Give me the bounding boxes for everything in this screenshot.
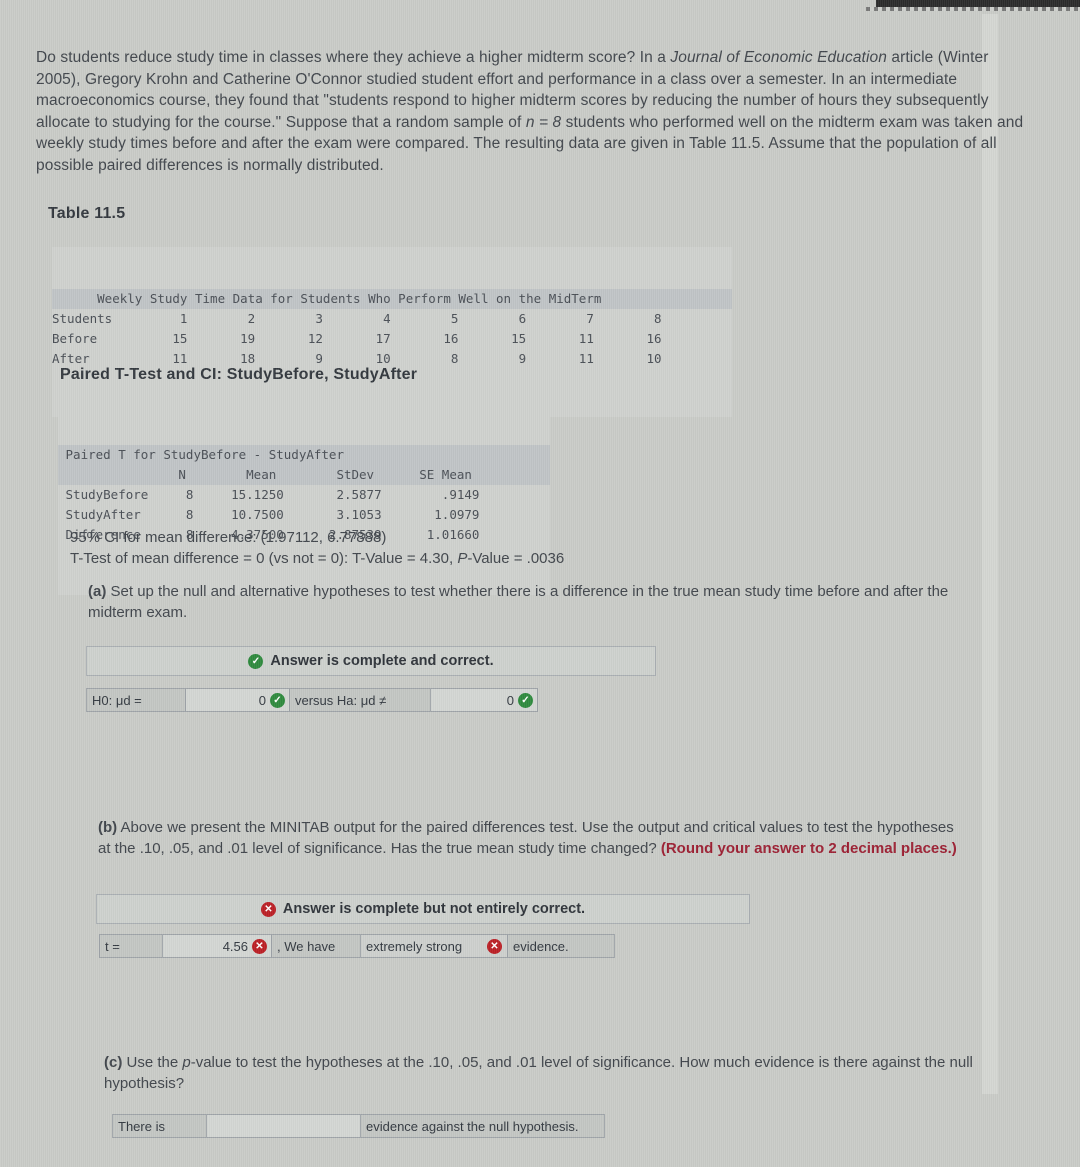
- table-row: Students 1 2 3 4 5 6 7 8: [52, 311, 662, 326]
- ci-line: 95% CI for mean difference: (1.97112, 6.…: [70, 529, 387, 546]
- h0-label: H0: μd =: [86, 688, 186, 712]
- confidence-interval-summary: 95% CI for mean difference: (1.97112, 6.…: [70, 527, 564, 569]
- question-b-label: (b): [98, 819, 118, 836]
- ttest-text-a: T-Test of mean difference = 0 (vs not = …: [70, 550, 458, 567]
- paired-t-column-headers: N Mean StDev SE Mean: [58, 465, 550, 485]
- ttest-line: T-Test of mean difference = 0 (vs not = …: [70, 548, 564, 569]
- vertical-scrollbar-track[interactable]: ▲: [982, 14, 998, 1094]
- h0-value-field[interactable]: 0 ✓: [185, 688, 290, 712]
- ha-value: 0: [506, 692, 514, 708]
- ha-value-field[interactable]: 0 ✓: [430, 688, 538, 712]
- evidence-label-b: evidence.: [507, 934, 615, 958]
- sample-size-notation: n = 8: [525, 113, 562, 131]
- answer-status-banner-b: ✕ Answer is complete but not entirely co…: [96, 894, 750, 924]
- answer-status-text-b: Answer is complete but not entirely corr…: [282, 901, 586, 917]
- evidence-strength-value: extremely strong: [366, 938, 463, 954]
- ha-label: versus Ha: μd ≠: [289, 688, 431, 712]
- paired-t-title: Paired T for StudyBefore - StudyAfter: [58, 445, 550, 465]
- question-a-text: (a) Set up the null and alternative hypo…: [88, 582, 993, 623]
- check-circle-icon: ✓: [248, 653, 264, 669]
- answer-status-text-a: Answer is complete and correct.: [270, 653, 494, 669]
- window-top-dashed-border: [866, 7, 1080, 11]
- study-time-data-table: Weekly Study Time Data for Students Who …: [52, 247, 732, 417]
- table-row: StudyAfter 8 10.7500 3.1053 1.0979: [58, 507, 480, 522]
- question-b-text: (b) Above we present the MINITAB output …: [98, 818, 958, 859]
- check-circle-icon: ✓: [518, 692, 533, 708]
- ttest-text-b: -Value = .0036: [467, 550, 565, 567]
- table-row: StudyBefore 8 15.1250 2.5877 .9149: [58, 487, 480, 502]
- table-row: Before 15 19 12 17 16 15 11 16: [52, 331, 662, 346]
- there-is-label: There is: [112, 1114, 207, 1138]
- table-caption: Table 11.5: [48, 205, 126, 222]
- answer-row-b: t = 4.56 ✕ , We have extremely strong ✕ …: [99, 934, 615, 958]
- question-c-body-a: Use the: [122, 1054, 183, 1071]
- window-top-edge: [876, 0, 1080, 7]
- answer-row-c: There is evidence against the null hypot…: [112, 1114, 605, 1138]
- p-value-symbol: P: [457, 550, 468, 567]
- page-root: ▲ Do students reduce study time in class…: [0, 0, 1080, 1167]
- t-statistic-label: t =: [99, 934, 163, 958]
- t-statistic-value: 4.56: [222, 938, 248, 954]
- evidence-label-c: evidence against the null hypothesis.: [360, 1114, 605, 1138]
- question-c-body-b: -value to test the hypotheses at the .10…: [104, 1054, 973, 1092]
- minitab-output-heading: Paired T-Test and CI: StudyBefore, Study…: [60, 366, 418, 383]
- we-have-label: , We have: [271, 934, 361, 958]
- question-a-body: Set up the null and alternative hypothes…: [88, 583, 949, 621]
- x-circle-icon: ✕: [487, 938, 502, 954]
- intro-text-a: Do students reduce study time in classes…: [36, 49, 671, 66]
- intro-paragraph: Do students reduce study time in classes…: [36, 47, 1036, 176]
- x-circle-icon: ✕: [252, 938, 267, 954]
- question-a-label: (a): [88, 583, 107, 600]
- answer-status-banner-a: ✓ Answer is complete and correct.: [86, 646, 656, 676]
- evidence-strength-select-c[interactable]: [206, 1114, 361, 1138]
- table-header-row: Weekly Study Time Data for Students Who …: [52, 289, 732, 309]
- question-c-text: (c) Use the p-value to test the hypothes…: [104, 1053, 974, 1094]
- h0-value: 0: [258, 692, 266, 708]
- evidence-strength-select[interactable]: extremely strong ✕: [360, 934, 508, 958]
- check-circle-icon: ✓: [270, 692, 285, 708]
- question-c-label: (c): [104, 1054, 123, 1071]
- question-b-rounding-note: (Round your answer to 2 decimal places.): [660, 839, 957, 857]
- answer-row-a: H0: μd = 0 ✓ versus Ha: μd ≠ 0 ✓: [86, 688, 538, 712]
- x-circle-icon: ✕: [260, 901, 276, 917]
- p-value-symbol-c: p: [182, 1054, 191, 1071]
- journal-title: Journal of Economic Education: [670, 49, 887, 66]
- t-statistic-field[interactable]: 4.56 ✕: [162, 934, 272, 958]
